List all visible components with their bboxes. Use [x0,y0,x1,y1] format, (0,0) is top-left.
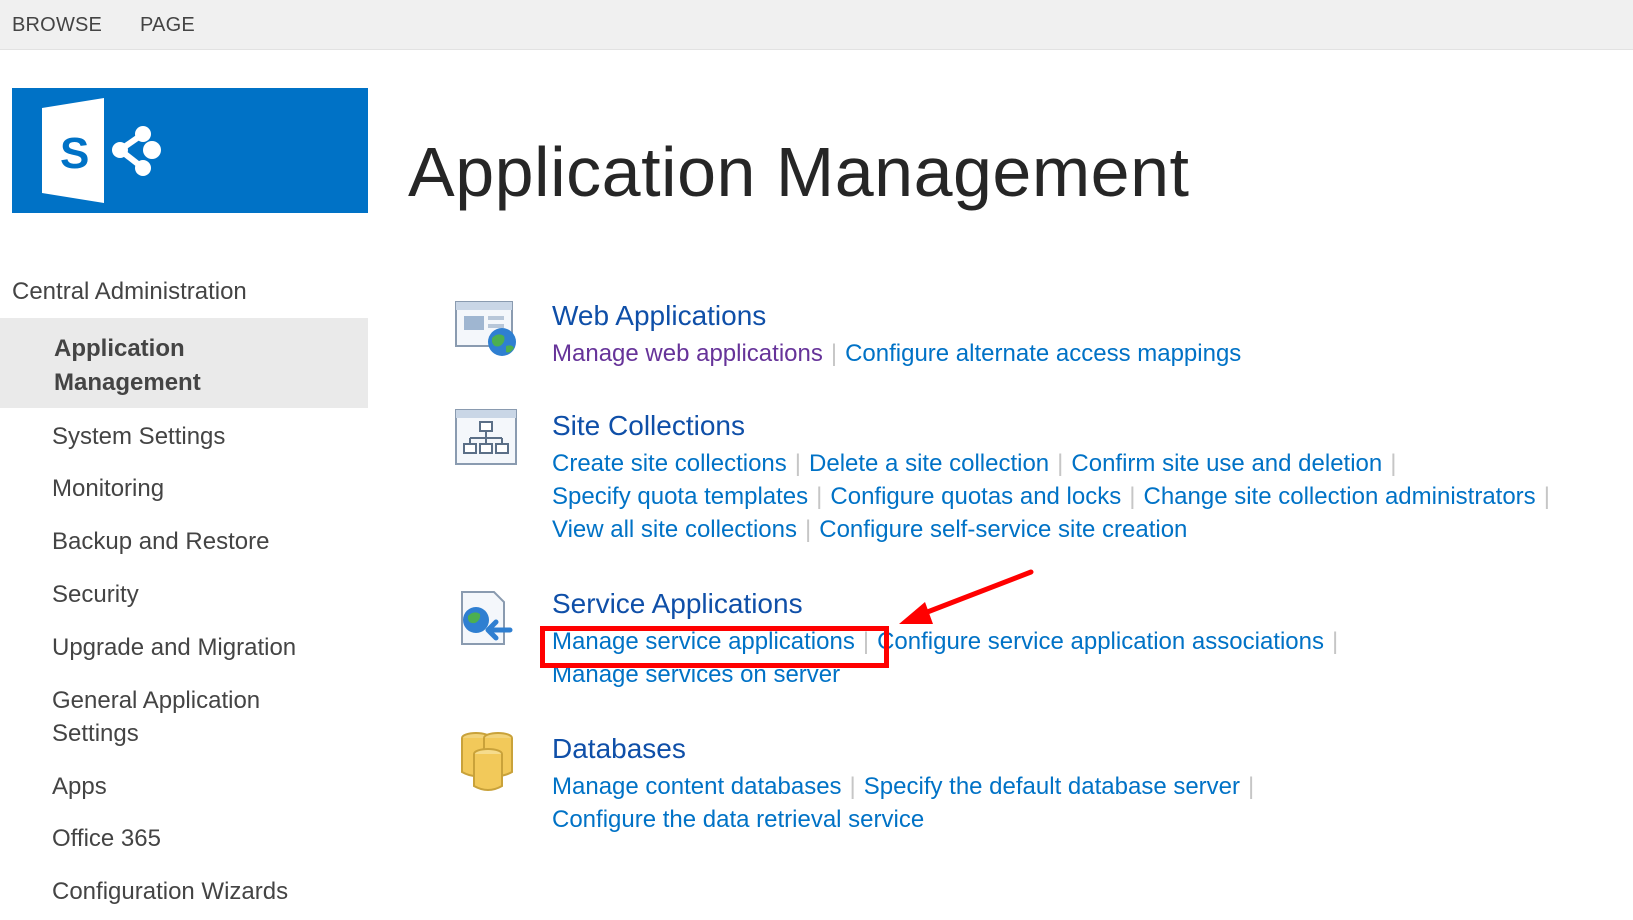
databases-links-row-2: Configure the data retrieval service [552,803,924,836]
highlight-box [540,626,889,668]
section-title-databases[interactable]: Databases [552,733,686,765]
link-configure-self-service-site-creation[interactable]: Configure self-service site creation [819,516,1187,543]
link-specify-quota-templates[interactable]: Specify quota templates [552,483,808,510]
sharepoint-logo[interactable]: S [12,88,368,213]
nav-item-upgrade-migration[interactable]: Upgrade and Migration [52,631,352,664]
nav-item-configuration-wizards[interactable]: Configuration Wizards [52,875,352,908]
link-change-site-collection-admins[interactable]: Change site collection administrators [1143,483,1535,510]
red-arrow-icon [899,569,1034,624]
link-configure-alternate-access-mappings[interactable]: Configure alternate access mappings [845,340,1241,367]
link-configure-quotas-locks[interactable]: Configure quotas and locks [830,483,1121,510]
nav-item-general-app-settings[interactable]: General Application Settings [52,684,292,750]
page-title: Application Management [408,133,1190,211]
svg-text:S: S [60,129,89,178]
sharepoint-logo-icon: S [42,98,161,203]
nav-item-office-365[interactable]: Office 365 [52,822,352,855]
link-confirm-site-use-deletion[interactable]: Confirm site use and deletion [1071,450,1382,477]
link-delete-site-collection[interactable]: Delete a site collection [809,450,1049,477]
web-applications-links: Manage web applications | Configure altern… [552,340,1242,367]
site-collections-links-row-2: Specify quota templates | Configure quotas… [552,483,1550,510]
site-collections-links-row-1: Create site collections | Delete a site co… [552,450,1397,477]
nav-item-system-settings[interactable]: System Settings [52,420,352,453]
link-configure-service-app-associations[interactable]: Configure service application associatio… [877,628,1324,655]
section-title-site-collections[interactable]: Site Collections [552,410,745,442]
tab-browse[interactable]: BROWSE [12,14,102,37]
ribbon-bar: BROWSE PAGE [0,0,1633,50]
tab-page[interactable]: PAGE [140,14,195,37]
link-specify-default-database-server[interactable]: Specify the default database server [864,773,1240,800]
site-collection-icon [454,406,522,474]
nav-header-central-admin[interactable]: Central Administration [12,278,247,306]
database-icon [454,728,522,796]
link-create-site-collections[interactable]: Create site collections [552,450,787,477]
nav-item-backup-restore[interactable]: Backup and Restore [52,525,352,558]
nav-item-monitoring[interactable]: Monitoring [52,472,352,505]
link-view-all-site-collections[interactable]: View all site collections [552,516,797,543]
web-application-icon [454,296,522,364]
section-title-service-applications[interactable]: Service Applications [552,588,803,620]
nav-item-application-management[interactable]: Application Management [0,318,368,408]
databases-links-row-1: Manage content databases | Specify the def… [552,773,1255,800]
service-application-icon [454,586,522,654]
link-manage-web-applications[interactable]: Manage web applications [552,340,823,367]
link-configure-data-retrieval-service[interactable]: Configure the data retrieval service [552,806,924,833]
nav-item-apps[interactable]: Apps [52,770,352,803]
section-title-web-applications[interactable]: Web Applications [552,300,766,332]
nav-item-label: Application Management [54,335,201,396]
nav-item-security[interactable]: Security [52,578,352,611]
link-manage-content-databases[interactable]: Manage content databases [552,773,842,800]
site-collections-links-row-3: View all site collections | Configure self… [552,516,1188,543]
